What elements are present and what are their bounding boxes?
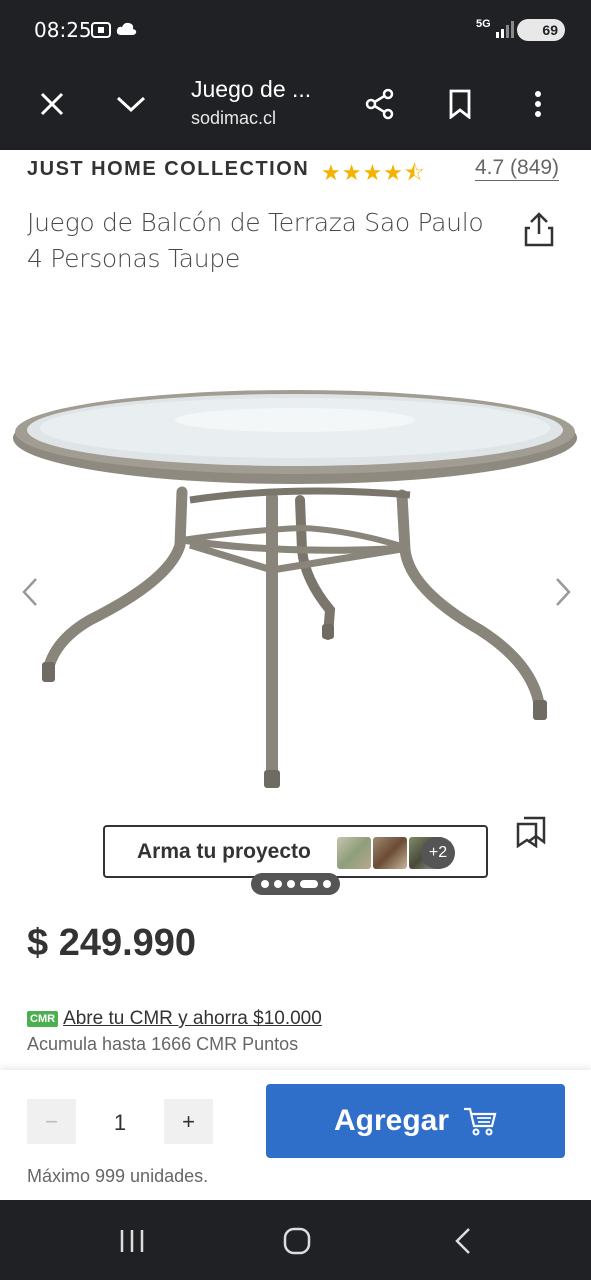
upload-share-icon xyxy=(524,212,554,247)
recent-apps-icon xyxy=(120,1230,144,1252)
cart-icon xyxy=(464,1107,497,1136)
rating-link[interactable]: 4.7 (849) xyxy=(475,156,560,181)
add-to-cart-label: Agregar xyxy=(333,1104,450,1137)
build-project-button[interactable]: Arma tu proyecto +2 xyxy=(103,825,488,878)
build-project-label: Arma tu proyecto xyxy=(137,840,311,863)
cloud-icon xyxy=(116,20,138,43)
add-to-cart-button[interactable]: Agregar xyxy=(266,1084,565,1158)
browser-toolbar: Juego de ... sodimac.cl xyxy=(0,58,591,150)
share-page-button[interactable] xyxy=(356,80,404,128)
battery-indicator: 69 xyxy=(517,19,565,41)
cmr-promo: CMR Abre tu CMR y ahorra $10.000 xyxy=(27,1008,322,1030)
more-vertical-icon xyxy=(535,91,541,117)
signal-icon xyxy=(495,20,515,43)
quantity-value[interactable]: 1 xyxy=(100,1110,140,1136)
page-url[interactable]: sodimac.cl xyxy=(191,108,276,129)
chevron-right-icon xyxy=(556,578,571,606)
carousel-next-button[interactable] xyxy=(543,560,583,624)
quantity-increase-button[interactable]: + xyxy=(164,1099,213,1144)
home-icon xyxy=(283,1227,311,1255)
page-title[interactable]: Juego de ... xyxy=(191,76,311,103)
product-image[interactable] xyxy=(10,380,582,800)
project-thumbnail xyxy=(337,837,371,869)
cmr-points-text: Acumula hasta 1666 CMR Puntos xyxy=(27,1034,299,1054)
carousel-pagination xyxy=(251,873,340,895)
carousel-dot[interactable] xyxy=(286,880,295,888)
quantity-decrease-button[interactable]: − xyxy=(27,1099,76,1144)
max-units-note: Máximo 999 unidades. xyxy=(27,1166,209,1186)
save-to-list-button[interactable] xyxy=(514,812,554,852)
bookmark-page-button[interactable] xyxy=(436,80,484,128)
add-to-cart-panel: − 1 + Agregar Máximo 999 unidades. xyxy=(0,1070,591,1200)
home-button[interactable] xyxy=(277,1224,317,1258)
rating-stars: ★★★★⯪ xyxy=(321,160,426,185)
back-icon xyxy=(455,1228,470,1254)
carousel-dot[interactable] xyxy=(322,880,331,888)
chevron-left-icon xyxy=(22,578,37,606)
carousel-dot[interactable] xyxy=(299,880,318,888)
cmr-link[interactable]: Abre tu CMR y ahorra $10.000 xyxy=(63,1008,322,1030)
bookmark-icon xyxy=(449,89,471,119)
recent-apps-button[interactable] xyxy=(112,1224,152,1258)
project-thumbnail xyxy=(373,837,407,869)
network-type: 5G xyxy=(476,18,491,30)
status-bar: 08:25 5G 69 xyxy=(0,0,591,58)
more-options-button[interactable] xyxy=(514,80,562,128)
close-button[interactable] xyxy=(28,80,76,128)
carousel-dot[interactable] xyxy=(273,880,282,888)
share-product-button[interactable] xyxy=(522,212,562,252)
chevron-down-icon xyxy=(116,96,146,113)
back-button[interactable] xyxy=(443,1224,483,1258)
screenshot-icon xyxy=(90,20,112,45)
cmr-logo: CMR xyxy=(27,1011,59,1027)
brand-name[interactable]: JUST HOME COLLECTION xyxy=(27,158,309,181)
share-icon xyxy=(365,88,394,120)
carousel-prev-button[interactable] xyxy=(10,560,50,624)
system-nav-bar xyxy=(0,1200,591,1280)
expand-button[interactable] xyxy=(107,80,155,128)
carousel-dot[interactable] xyxy=(260,880,269,888)
product-title: Juego de Balcón de Terraza Sao Paulo 4 P… xyxy=(27,208,484,273)
save-list-icon xyxy=(516,816,546,849)
product-price: $ 249.990 xyxy=(27,922,197,964)
status-time: 08:25 xyxy=(34,18,92,42)
brand-row: JUST HOME COLLECTION ★★★★⯪ 4.7 (849) xyxy=(0,150,591,192)
more-thumbnails-badge: +2 xyxy=(421,837,455,869)
close-icon xyxy=(40,92,64,116)
